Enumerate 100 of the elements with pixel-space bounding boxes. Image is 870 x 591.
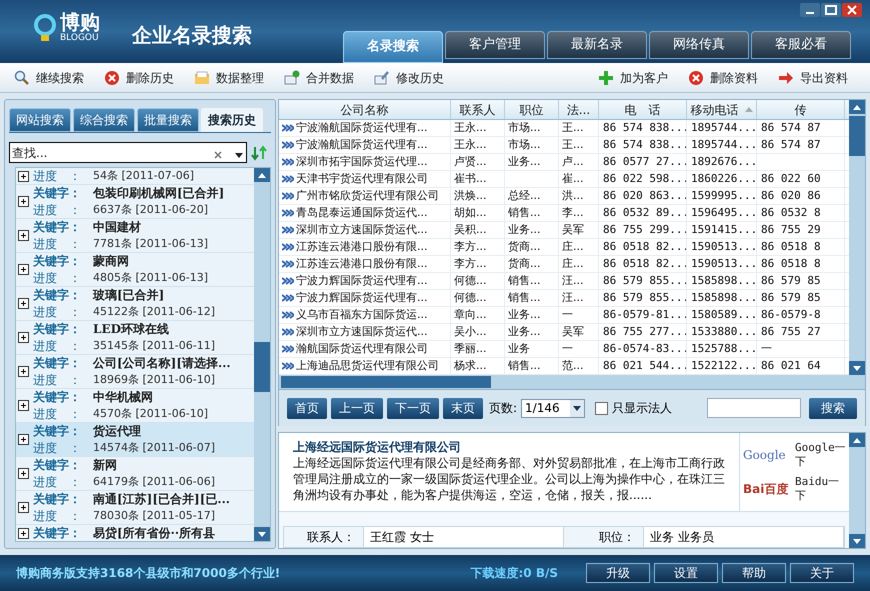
checkbox[interactable] xyxy=(595,402,608,414)
history-item[interactable]: 关键字： LED环球在线 进度 ： 35145条 [2011-06-11] xyxy=(16,321,254,355)
table-cell: 吴军 xyxy=(562,324,584,340)
table-cell: 86 579 855... xyxy=(603,290,686,306)
search-button[interactable]: 搜索 xyxy=(809,398,857,418)
checkbox-label: 只显示法人 xyxy=(612,400,672,417)
table-cell: 86 0518 8 xyxy=(761,256,821,272)
search-link[interactable]: Google一下 xyxy=(795,441,846,470)
table-cell: 86 0518 82... xyxy=(603,239,686,255)
chevrons-icon xyxy=(282,294,294,302)
table-cell: 洪... xyxy=(562,188,584,204)
table-cell: 1590513... xyxy=(691,256,756,272)
table-cell: 1591415... xyxy=(691,222,756,238)
toolbar-button[interactable]: 合并数据 xyxy=(278,66,360,90)
scrollbar[interactable] xyxy=(849,433,865,548)
toolbar-button[interactable]: 数据整理 xyxy=(188,66,270,90)
page-button[interactable]: 上一页 xyxy=(331,398,383,418)
page-button[interactable]: 首页 xyxy=(287,398,327,418)
chevrons-icon xyxy=(282,141,294,149)
search-link[interactable]: Baidu一下 xyxy=(795,475,846,504)
column-header[interactable]: 联系人 xyxy=(451,100,505,119)
table-cell: 宁波力辉国际货运代理有... xyxy=(296,273,428,289)
column-header[interactable]: 传 xyxy=(757,100,845,119)
table-cell: 86-0574-83... xyxy=(603,341,686,357)
side-tab[interactable]: 搜索历史 xyxy=(201,108,263,132)
page-button[interactable]: 下一页 xyxy=(387,398,439,418)
field-label: 职位： xyxy=(564,527,644,547)
history-item[interactable]: 关键字： 货运代理 进度 ： 14574条 [2011-06-07] xyxy=(16,423,254,457)
table-cell: 1596495... xyxy=(691,205,756,221)
table-cell: 业务... xyxy=(508,307,540,323)
scrollbar-thumb[interactable] xyxy=(281,376,491,388)
progress-label: 进度 ： xyxy=(33,508,82,524)
table-cell: 销售... xyxy=(508,205,540,221)
side-tab[interactable]: 综合搜索 xyxy=(73,108,135,132)
history-item[interactable]: 关键字： 中国建材 进度 ： 7781条 [2011-06-13] xyxy=(16,219,254,253)
progress-label: 进度 ： xyxy=(33,406,82,422)
history-item[interactable]: 关键字： 新网 进度 ： 64179条 [2011-06-06] xyxy=(16,457,254,491)
status-button[interactable]: 关于 xyxy=(790,563,854,583)
main-tab[interactable]: 最新名录 xyxy=(547,31,647,59)
column-header[interactable]: 公司名称 xyxy=(279,100,451,119)
toolbar-button[interactable]: 删除资料 xyxy=(682,66,764,90)
column-header[interactable]: 法... xyxy=(559,100,599,119)
table-cell: 卢贤... xyxy=(454,154,486,170)
scrollbar[interactable] xyxy=(849,100,865,375)
main-tab[interactable]: 网络传真 xyxy=(649,31,749,59)
table-cell: 86 020 863... xyxy=(603,188,686,204)
horizontal-scrollbar[interactable] xyxy=(279,375,865,389)
status-button[interactable]: 帮助 xyxy=(722,563,786,583)
side-tab[interactable]: 批量搜索 xyxy=(137,108,199,132)
table-cell: 1860226... xyxy=(691,171,756,187)
history-item[interactable]: 关键字： 包装印刷机械网[已合并] 进度 ： 6637条 [2011-06-20] xyxy=(16,185,254,219)
main-tab[interactable]: 客服必看 xyxy=(751,31,851,59)
progress-label: 进度 ： xyxy=(33,270,82,286)
table-cell: 吴军 xyxy=(562,222,584,238)
expand-icon xyxy=(18,468,29,479)
toolbar-button[interactable]: 删除历史 xyxy=(98,66,180,90)
table-cell: 86 574 87 xyxy=(761,120,821,136)
document-icon xyxy=(374,70,390,86)
table-cell: 1585898... xyxy=(691,273,756,289)
scrollbar-thumb[interactable] xyxy=(254,342,270,392)
toolbar-button[interactable]: 修改历史 xyxy=(368,66,450,90)
toolbar-button[interactable]: 加为客户 xyxy=(592,66,674,90)
plus-icon xyxy=(598,70,614,86)
table-cell: 王... xyxy=(562,120,584,136)
column-header[interactable]: 移动电话 xyxy=(687,100,757,119)
main-tab[interactable]: 客户管理 xyxy=(445,31,545,59)
history-item[interactable]: 关键字： 公司[公司名称][请选择... 进度 ： 18969条 [2011-06-10] xyxy=(16,355,254,389)
find-field[interactable]: 查找... xyxy=(9,142,247,163)
history-item[interactable]: 关键字： 蒙商网 进度 ： 4805条 [2011-06-13] xyxy=(16,253,254,287)
side-tab[interactable]: 网站搜索 xyxy=(9,108,71,132)
expand-icon xyxy=(18,332,29,343)
page-button[interactable]: 末页 xyxy=(443,398,483,418)
progress-text: 35145条 [2011-06-11] xyxy=(93,338,215,354)
logo-icon xyxy=(34,14,56,42)
status-button[interactable]: 升级 xyxy=(586,563,650,583)
magnifier-icon xyxy=(14,70,30,86)
history-item[interactable]: 进度 ： 54条 [2011-07-06] xyxy=(16,168,254,185)
table-cell: 1590513... xyxy=(691,239,756,255)
table-cell: 崔... xyxy=(562,171,584,187)
history-item[interactable]: 关键字： 玻璃[已合并] 进度 ： 45122条 [2011-06-12] xyxy=(16,287,254,321)
status-message: 博购商务版支持3168个县级市和7000多个行业! xyxy=(16,565,280,582)
column-header[interactable]: 职位 xyxy=(505,100,559,119)
toolbar-button[interactable]: 继续搜索 xyxy=(8,66,90,90)
status-button[interactable]: 设置 xyxy=(654,563,718,583)
table-cell: 李方... xyxy=(454,256,486,272)
sort-icon xyxy=(251,144,267,160)
close-icon xyxy=(842,3,862,17)
toolbar-button[interactable]: 导出资料 xyxy=(772,66,854,90)
page-select[interactable]: 1/146 xyxy=(521,398,586,418)
scrollbar[interactable] xyxy=(254,168,270,541)
column-header[interactable]: 电 话 xyxy=(599,100,687,119)
table-cell: 86 020 86 xyxy=(761,188,821,204)
table-cell: 86 0518 82... xyxy=(603,256,686,272)
maximize-icon xyxy=(821,3,841,17)
scrollbar-thumb[interactable] xyxy=(849,116,865,156)
page-label: 页数: xyxy=(489,400,518,417)
table-cell: 汪... xyxy=(562,290,584,306)
chevrons-icon xyxy=(282,192,294,200)
search-field[interactable] xyxy=(707,398,801,418)
history-item[interactable]: 关键字： 南通[江苏][已合并][已... 进度 ： 78030条 [2011-05-17] xyxy=(16,491,254,525)
